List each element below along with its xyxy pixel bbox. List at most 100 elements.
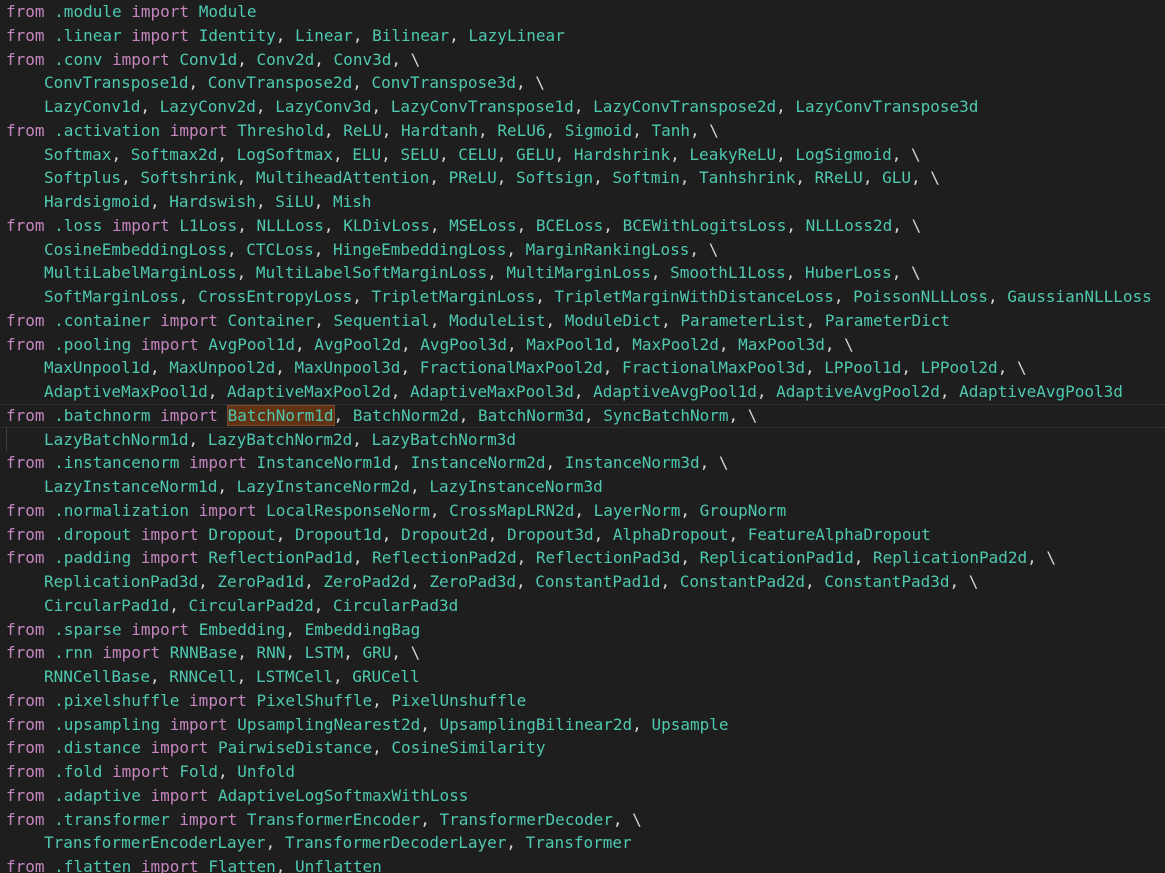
code-line[interactable]: from .fold import Fold, Unfold	[0, 760, 1165, 784]
code-line[interactable]: CircularPad1d, CircularPad2d, CircularPa…	[0, 594, 1165, 618]
keyword-token[interactable]: from	[6, 216, 45, 235]
class-name-token[interactable]: UpsamplingNearest2d	[237, 715, 420, 734]
class-name-token[interactable]: SmoothL1Loss	[670, 263, 786, 282]
code-line[interactable]: LazyBatchNorm1d, LazyBatchNorm2d, LazyBa…	[0, 427, 1165, 452]
class-name-token[interactable]: Unfold	[237, 762, 295, 781]
class-name-token[interactable]: RReLU	[815, 168, 863, 187]
module-path-token[interactable]: .fold	[54, 762, 102, 781]
class-name-token[interactable]: Unflatten	[295, 857, 382, 873]
keyword-token[interactable]: from	[6, 406, 45, 425]
class-name-token[interactable]: GELU	[516, 145, 555, 164]
class-name-token[interactable]: BCELoss	[536, 216, 603, 235]
class-name-token[interactable]: Tanhshrink	[699, 168, 795, 187]
class-name-token[interactable]: CircularPad2d	[189, 596, 314, 615]
class-name-token[interactable]: LazyConv3d	[275, 97, 371, 116]
class-name-token[interactable]: PixelUnshuffle	[391, 691, 526, 710]
class-name-token[interactable]: Softplus	[44, 168, 121, 187]
module-path-token[interactable]: .loss	[54, 216, 102, 235]
keyword-token[interactable]: import	[112, 50, 170, 69]
class-name-token[interactable]: TransformerDecoderLayer	[285, 833, 507, 852]
module-path-token[interactable]: .instancenorm	[54, 453, 179, 472]
class-name-token[interactable]: Identity	[199, 26, 276, 45]
code-line[interactable]: from .adaptive import AdaptiveLogSoftmax…	[0, 784, 1165, 808]
code-line[interactable]: from .sparse import Embedding, Embedding…	[0, 618, 1165, 642]
keyword-token[interactable]: import	[131, 26, 189, 45]
module-path-token[interactable]: .pooling	[54, 335, 131, 354]
code-line[interactable]: ReplicationPad3d, ZeroPad1d, ZeroPad2d , …	[0, 570, 1165, 594]
class-name-token[interactable]: Mish	[333, 192, 372, 211]
keyword-token[interactable]: from	[6, 643, 45, 662]
class-name-token[interactable]: AvgPool3d	[420, 335, 507, 354]
class-name-token[interactable]: Embedding	[199, 620, 286, 639]
code-line[interactable]: from .padding import ReflectionPad1d, Re…	[0, 546, 1165, 570]
keyword-token[interactable]: from	[6, 453, 45, 472]
class-name-token[interactable]: LazyBatchNorm1d	[44, 430, 189, 449]
class-name-token[interactable]: LazyInstanceNorm3d	[429, 477, 602, 496]
class-name-token[interactable]: ModuleDict	[565, 311, 661, 330]
code-line[interactable]: from .normalization import LocalResponse…	[0, 499, 1165, 523]
class-name-token[interactable]: ConvTranspose2d	[208, 73, 353, 92]
class-name-token[interactable]: CircularPad3d	[333, 596, 458, 615]
code-line[interactable]: from .pooling import AvgPool1d, AvgPool2…	[0, 333, 1165, 357]
module-path-token[interactable]: .dropout	[54, 525, 131, 544]
class-name-token[interactable]: BatchNorm2d	[353, 406, 459, 425]
class-name-token[interactable]: HuberLoss	[805, 263, 892, 282]
class-name-token[interactable]: AlphaDropout	[613, 525, 729, 544]
keyword-token[interactable]: from	[6, 786, 45, 805]
class-name-token[interactable]: LazyConvTranspose1d	[391, 97, 574, 116]
class-name-token[interactable]: BCEWithLogitsLoss	[623, 216, 787, 235]
class-name-token[interactable]: InstanceNorm1d	[256, 453, 391, 472]
class-name-token[interactable]: Conv3d	[334, 50, 392, 69]
class-name-token[interactable]: AdaptiveMaxPool2d	[227, 382, 391, 401]
class-name-token[interactable]: ConstantPad2d	[680, 572, 805, 591]
class-name-token[interactable]: RNNBase	[170, 643, 237, 662]
class-name-token[interactable]: Softmax	[44, 145, 111, 164]
class-name-token[interactable]: TripletMarginWithDistanceLoss	[555, 287, 834, 306]
class-name-token[interactable]: Hardsigmoid	[44, 192, 150, 211]
class-name-token[interactable]: LazyConv1d	[44, 97, 140, 116]
class-name-token[interactable]: GRUCell	[352, 667, 419, 686]
code-line[interactable]: from .container import Container, Sequen…	[0, 309, 1165, 333]
class-name-token[interactable]: LSTM	[305, 643, 344, 662]
class-name-token[interactable]: PoissonNLLLoss	[853, 287, 988, 306]
class-name-token[interactable]: LazyBatchNorm3d	[372, 430, 517, 449]
code-line[interactable]: RNNCellBase, RNNCell, LSTMCell, GRUCell	[0, 665, 1165, 689]
code-line[interactable]: from .transformer import TransformerEnco…	[0, 808, 1165, 832]
class-name-token[interactable]: LazyBatchNorm2d	[208, 430, 353, 449]
class-name-token[interactable]: Tanh	[651, 121, 690, 140]
class-name-token[interactable]: RNNCell	[169, 667, 236, 686]
module-path-token[interactable]: .module	[54, 2, 121, 21]
class-name-token[interactable]: ParameterList	[680, 311, 805, 330]
module-path-token[interactable]: .container	[54, 311, 150, 330]
keyword-token[interactable]: import	[112, 762, 170, 781]
class-name-token[interactable]: CircularPad1d	[44, 596, 169, 615]
class-name-token[interactable]: LayerNorm	[594, 501, 681, 520]
class-name-token[interactable]: FractionalMaxPool3d	[622, 358, 805, 377]
class-name-token[interactable]: LazyConvTranspose2d	[593, 97, 776, 116]
code-line[interactable]: TransformerEncoderLayer, TransformerDeco…	[0, 831, 1165, 855]
code-line[interactable]: from .pixelshuffle import PixelShuffle, …	[0, 689, 1165, 713]
keyword-token[interactable]: from	[6, 525, 45, 544]
module-path-token[interactable]: .upsampling	[54, 715, 160, 734]
class-name-token[interactable]: MSELoss	[449, 216, 516, 235]
keyword-token[interactable]: import	[112, 216, 170, 235]
keyword-token[interactable]: import	[131, 2, 189, 21]
class-name-token[interactable]: ELU	[352, 145, 381, 164]
class-name-token[interactable]: ConstantPad1d	[535, 572, 660, 591]
class-name-token[interactable]: FractionalMaxPool2d	[420, 358, 603, 377]
code-line[interactable]: Softmax, Softmax2d, LogSoftmax, ELU, SEL…	[0, 143, 1165, 167]
module-path-token[interactable]: .rnn	[54, 643, 93, 662]
class-name-token[interactable]: TransformerEncoderLayer	[44, 833, 266, 852]
code-editor[interactable]: from .module import Module from .linear i…	[0, 0, 1165, 873]
keyword-token[interactable]: from	[6, 121, 45, 140]
class-name-token[interactable]: Upsample	[651, 715, 728, 734]
class-name-token[interactable]: ReflectionPad3d	[536, 548, 681, 567]
class-name-token[interactable]: Dropout1d	[295, 525, 382, 544]
class-name-token[interactable]: RNNCellBase	[44, 667, 150, 686]
code-line[interactable]: from .distance import PairwiseDistance, …	[0, 736, 1165, 760]
class-name-token[interactable]: MultiheadAttention	[256, 168, 429, 187]
class-name-token[interactable]: MaxPool3d	[738, 335, 825, 354]
module-path-token[interactable]: .normalization	[54, 501, 189, 520]
code-line[interactable]: LazyConv1d, LazyConv2d, LazyConv3d, Lazy…	[0, 95, 1165, 119]
class-name-token[interactable]: Transformer	[526, 833, 632, 852]
